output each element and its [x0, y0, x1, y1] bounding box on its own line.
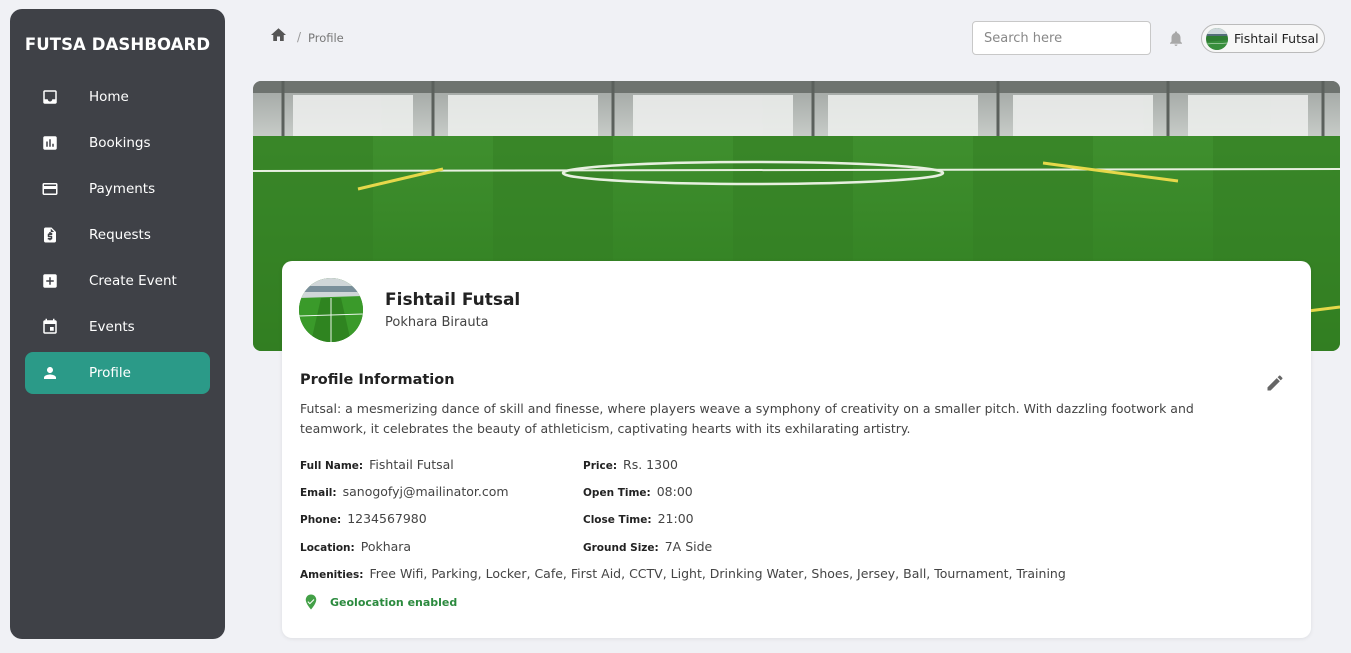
verified-location-icon [302, 592, 320, 612]
info-open-time: Open Time: 08:00 [583, 484, 693, 499]
info-label: Close Time: [583, 514, 652, 526]
breadcrumb-separator: / [297, 30, 302, 44]
profile-name: Fishtail Futsal [385, 290, 521, 310]
bar-chart-icon [41, 134, 59, 152]
info-label: Phone: [300, 514, 342, 526]
info-value: Rs. 1300 [623, 457, 678, 472]
notification-bell-icon[interactable] [1167, 29, 1185, 48]
sidebar-nav: Home Bookings Payments Requests Create E… [25, 76, 210, 398]
info-ground-size: Ground Size: 7A Side [583, 539, 712, 554]
breadcrumb-current: Profile [308, 31, 344, 45]
credit-card-icon [41, 180, 59, 198]
add-box-icon [41, 272, 59, 290]
info-close-time: Close Time: 21:00 [583, 511, 694, 526]
info-label: Full Name: [300, 460, 364, 472]
user-name: Fishtail Futsal [1234, 31, 1319, 46]
info-price: Price: Rs. 1300 [583, 457, 678, 472]
info-label: Ground Size: [583, 542, 659, 554]
profile-card: Fishtail Futsal Pokhara Birauta Profile … [282, 261, 1311, 638]
sidebar-item-profile[interactable]: Profile [25, 352, 210, 394]
edit-icon[interactable] [1265, 373, 1285, 393]
info-email: Email: sanogofyj@mailinator.com [300, 484, 509, 499]
info-value: 7A Side [664, 539, 713, 554]
sidebar-item-label: Requests [89, 227, 151, 243]
sidebar-item-label: Bookings [89, 135, 151, 151]
info-value: 21:00 [657, 511, 694, 526]
sidebar: FUTSA DASHBOARD Home Bookings Payments R… [10, 9, 225, 639]
avatar [1206, 28, 1228, 50]
info-value: 1234567980 [347, 511, 427, 526]
info-value: Free Wifi, Parking, Locker, Cafe, First … [369, 566, 1066, 581]
sidebar-item-bookings[interactable]: Bookings [25, 122, 210, 164]
profile-description: Futsal: a mesmerizing dance of skill and… [300, 401, 1194, 436]
search-input[interactable] [972, 21, 1151, 55]
sidebar-item-label: Events [89, 319, 135, 335]
sidebar-item-home[interactable]: Home [25, 76, 210, 118]
info-label: Amenities: [300, 569, 364, 581]
sidebar-item-requests[interactable]: Requests [25, 214, 210, 256]
info-label: Location: [300, 542, 355, 554]
home-icon[interactable] [269, 26, 288, 44]
person-icon [41, 364, 59, 382]
sidebar-item-label: Payments [89, 181, 156, 197]
sidebar-item-events[interactable]: Events [25, 306, 210, 348]
calendar-icon [41, 318, 59, 336]
invoice-icon [41, 226, 59, 244]
info-value: Pokhara [360, 539, 412, 554]
info-phone: Phone: 1234567980 [300, 511, 427, 526]
geolocation-status: Geolocation enabled [302, 592, 457, 612]
info-label: Email: [300, 487, 337, 499]
section-title: Profile Information [300, 372, 455, 388]
sidebar-item-create-event[interactable]: Create Event [25, 260, 210, 302]
info-value: sanogofyj@mailinator.com [342, 484, 509, 499]
info-full-name: Full Name: Fishtail Futsal [300, 457, 454, 472]
info-value: 08:00 [656, 484, 693, 499]
brand-title: FUTSA DASHBOARD [24, 35, 211, 54]
user-menu-button[interactable]: Fishtail Futsal [1201, 24, 1325, 53]
sidebar-item-label: Profile [89, 365, 131, 381]
info-label: Price: [583, 460, 618, 472]
sidebar-item-label: Home [89, 89, 129, 105]
sidebar-item-label: Create Event [89, 273, 177, 289]
avatar [299, 278, 363, 342]
info-value: Fishtail Futsal [369, 457, 454, 472]
sidebar-item-payments[interactable]: Payments [25, 168, 210, 210]
profile-location: Pokhara Birauta [385, 315, 489, 330]
info-amenities: Amenities: Free Wifi, Parking, Locker, Ca… [300, 566, 1066, 581]
inbox-icon [41, 88, 59, 106]
info-location: Location: Pokhara [300, 539, 411, 554]
geolocation-label: Geolocation enabled [330, 595, 458, 609]
info-label: Open Time: [583, 487, 651, 499]
